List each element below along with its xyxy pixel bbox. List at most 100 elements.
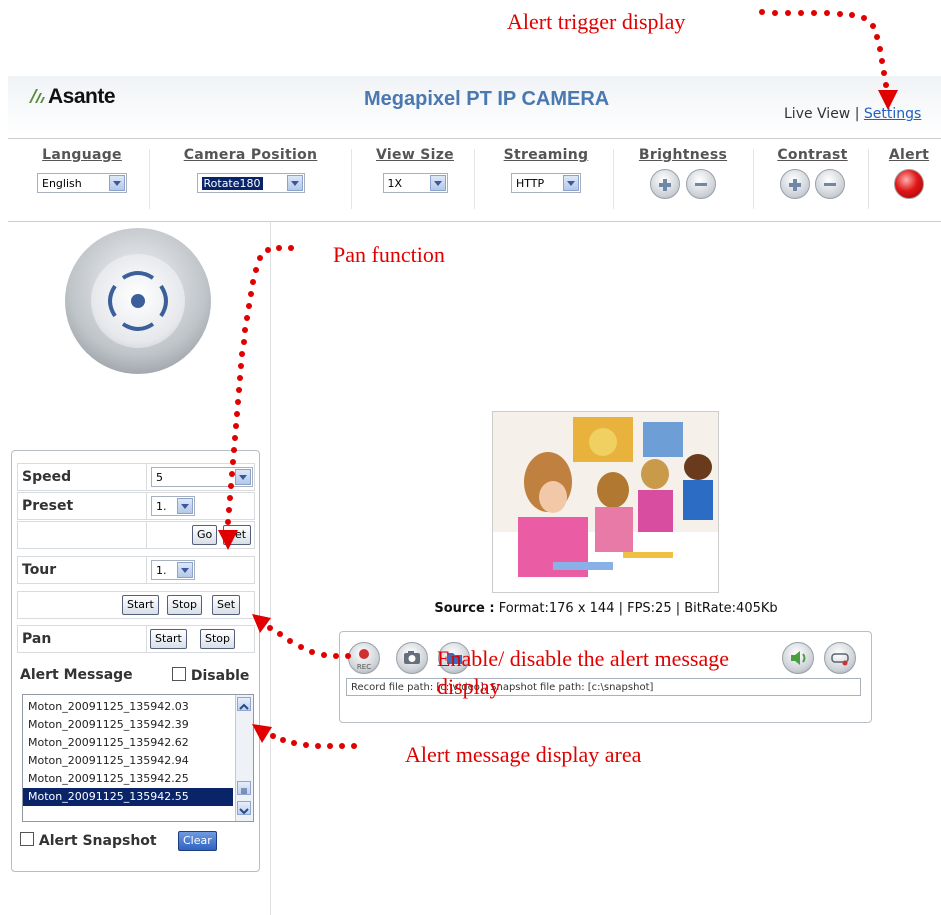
source-details: Format:176 x 144 | FPS:25 | BitRate:405K…: [498, 601, 778, 616]
view-size-group: View Size 1X: [368, 147, 462, 193]
list-item[interactable]: Moton_20091125_135942.25: [23, 770, 233, 788]
scroll-thumb[interactable]: [237, 781, 251, 795]
language-group: Language English: [36, 147, 128, 193]
language-select[interactable]: English: [37, 173, 127, 193]
pan-stop-button[interactable]: Stop: [200, 629, 236, 649]
classroom-photo: [493, 412, 718, 592]
preset-actions-row: Go Set: [17, 521, 255, 549]
pan-row: Pan Start Stop: [17, 625, 255, 653]
list-item[interactable]: Moton_20091125_135942.94: [23, 752, 233, 770]
language-label: Language: [42, 147, 122, 163]
chevron-down-icon: [177, 498, 193, 514]
camera-position-select[interactable]: Rotate180: [196, 173, 305, 193]
chevron-down-icon: [177, 562, 193, 578]
tour-stop-button[interactable]: Stop: [167, 595, 203, 615]
tour-row: Tour 1.: [17, 556, 255, 584]
record-icon: REC: [357, 649, 371, 671]
streaming-group: Streaming HTTP: [496, 147, 596, 193]
joystick-pad: [91, 254, 185, 348]
svg-text:REC: REC: [357, 663, 371, 671]
tour-select[interactable]: 1.: [151, 560, 195, 580]
source-info: Source : Format:176 x 144 | FPS:25 | Bit…: [271, 601, 941, 616]
divider: [474, 149, 475, 209]
alert-group: Alert: [884, 147, 934, 203]
microphone-button[interactable]: [824, 642, 856, 674]
contrast-increase-button[interactable]: [779, 169, 810, 199]
view-separator: |: [854, 106, 860, 122]
camera-position-label: Camera Position: [183, 147, 318, 163]
preset-set-button[interactable]: Set: [223, 525, 252, 545]
alert-message-list[interactable]: Moton_20091125_135942.03 Moton_20091125_…: [22, 694, 254, 822]
preset-select[interactable]: 1.: [151, 496, 195, 516]
contrast-group: Contrast: [770, 147, 855, 199]
ptz-joystick[interactable]: [65, 228, 211, 374]
main-view: Source : Format:176 x 144 | FPS:25 | Bit…: [271, 221, 941, 915]
tour-set-button[interactable]: Set: [212, 595, 241, 615]
tour-start-button[interactable]: Start: [122, 595, 159, 615]
streaming-select[interactable]: HTTP: [511, 173, 581, 193]
list-item[interactable]: Moton_20091125_135942.03: [23, 698, 233, 716]
divider: [753, 149, 754, 209]
chevron-down-icon: [429, 175, 446, 191]
divider: [351, 149, 352, 209]
ptz-control-panel: Speed 5 Preset 1. Go Set Tour 1. Start S…: [11, 450, 260, 872]
divider: [146, 493, 147, 519]
brightness-label: Brightness: [638, 147, 728, 163]
alert-snapshot-label: Alert Snapshot: [38, 833, 157, 849]
toolbar: Language English Camera Position Rotate1…: [8, 138, 941, 222]
scroll-up-icon[interactable]: [237, 697, 251, 711]
preset-row: Preset 1.: [17, 492, 255, 520]
divider: [868, 149, 869, 209]
alert-snapshot-checkbox[interactable]: [20, 832, 34, 846]
divider: [146, 522, 147, 548]
tour-actions-row: Start Stop Set: [17, 591, 255, 619]
annotation-enable-disable: Enable/ disable the alert message displa…: [437, 646, 729, 699]
alert-indicator-icon[interactable]: [894, 169, 924, 199]
record-button[interactable]: REC: [348, 642, 380, 674]
pan-label: Pan: [22, 631, 52, 647]
direction-arrows-icon: [108, 271, 168, 331]
preset-value: 1.: [156, 500, 167, 513]
pan-start-button[interactable]: Start: [150, 629, 187, 649]
list-item[interactable]: Moton_20091125_135942.62: [23, 734, 233, 752]
brightness-decrease-button[interactable]: [685, 169, 716, 199]
chevron-down-icon: [235, 469, 251, 485]
left-panel: Speed 5 Preset 1. Go Set Tour 1. Start S…: [8, 221, 271, 915]
list-item[interactable]: Moton_20091125_135942.39: [23, 716, 233, 734]
video-frame: [492, 411, 719, 593]
chevron-down-icon: [109, 175, 125, 191]
chevron-down-icon: [286, 175, 303, 191]
alert-snapshot-group: Alert Snapshot: [20, 832, 157, 849]
brightness-increase-button[interactable]: [650, 169, 681, 199]
source-label: Source :: [434, 601, 495, 616]
brand-logo: Asante: [28, 85, 116, 109]
live-view-label: Live View: [784, 106, 851, 122]
product-title: Megapixel PT IP CAMERA: [364, 88, 610, 110]
settings-link[interactable]: Settings: [864, 106, 921, 122]
annotation-alert-trigger: Alert trigger display: [507, 9, 686, 34]
divider: [146, 626, 147, 652]
list-scrollbar[interactable]: [235, 695, 253, 821]
brightness-group: Brightness: [633, 147, 733, 199]
disable-checkbox-group: Disable: [172, 667, 249, 684]
scroll-down-icon[interactable]: [237, 801, 251, 815]
list-item-selected[interactable]: Moton_20091125_135942.55: [23, 788, 233, 806]
speed-label: Speed: [22, 469, 72, 485]
alert-message-label: Alert Message: [20, 667, 133, 683]
clear-button[interactable]: Clear: [178, 831, 217, 851]
streaming-value: HTTP: [516, 177, 545, 190]
divider: [146, 557, 147, 583]
tour-value: 1.: [156, 564, 167, 577]
contrast-decrease-button[interactable]: [815, 169, 846, 199]
view-size-select[interactable]: 1X: [382, 173, 448, 193]
speed-row: Speed 5: [17, 463, 255, 491]
disable-checkbox[interactable]: [172, 667, 186, 681]
preset-go-button[interactable]: Go: [192, 525, 218, 545]
chevron-down-icon: [563, 175, 579, 191]
speed-select[interactable]: 5: [151, 467, 253, 487]
divider: [146, 464, 147, 490]
brand-name: Asante: [48, 85, 116, 108]
disable-label: Disable: [190, 668, 250, 684]
header: Asante Megapixel PT IP CAMERA Live View …: [8, 76, 941, 138]
snapshot-button[interactable]: [396, 642, 428, 674]
